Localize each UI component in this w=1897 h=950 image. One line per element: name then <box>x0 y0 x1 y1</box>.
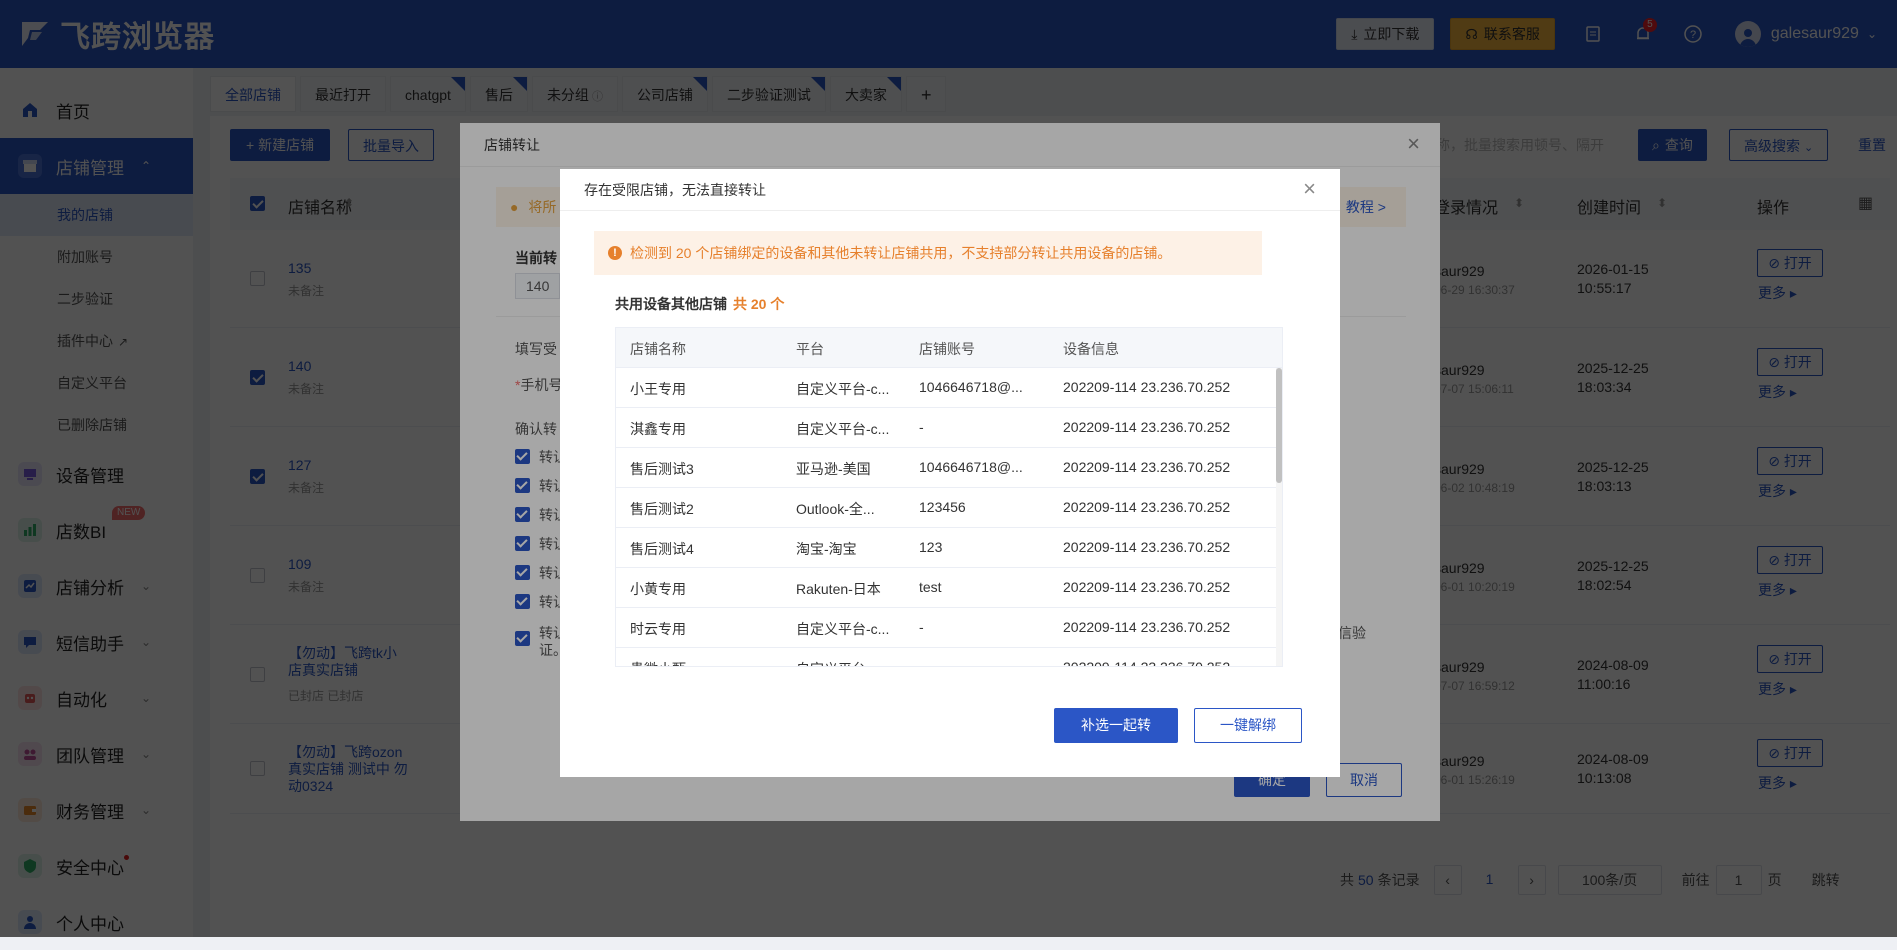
unbind-all-button[interactable]: 一键解绑 <box>1194 708 1302 743</box>
cell-account: 123 <box>919 539 943 555</box>
cell-store-name: 时云专用 <box>630 621 686 637</box>
cell-platform: 自定义平台-c... <box>796 659 889 666</box>
cell-store-name: 小黄专用 <box>630 581 686 597</box>
cell-account: 123456 <box>919 499 966 515</box>
cell-account: - <box>919 619 924 635</box>
table-row[interactable]: 小黄专用 Rakuten-日本 test 202209-114 23.236.70.2… <box>616 568 1282 608</box>
table-row[interactable]: 时云专用 自定义平台-c... - 202209-114 23.236.70.252 <box>616 608 1282 648</box>
shared-stores-body: 小王专用 自定义平台-c... 1046646718@... 202209-114 2… <box>616 368 1282 667</box>
table-scrollbar[interactable] <box>1276 368 1282 666</box>
cell-account: - <box>919 659 924 667</box>
section-label: 共用设备其他店铺 <box>615 296 727 312</box>
cell-platform: Outlook-全... <box>796 501 875 517</box>
shared-device-alert: ! 检测到 20 个店铺绑定的设备和其他未转让店铺共用，不支持部分转让共用设备的… <box>594 231 1262 275</box>
cell-account: 1046646718@... <box>919 459 1023 475</box>
cell-store-name: 贵微小甄 <box>630 659 686 666</box>
table-row[interactable]: 贵微小甄 自定义平台-c... - 202209-114 23.236.70.252 <box>616 648 1282 667</box>
restricted-dialog-title: 存在受限店铺，无法直接转让 <box>560 169 1340 211</box>
table-row[interactable]: 售后测试3 亚马逊-美国 1046646718@... 202209-114 23.2… <box>616 448 1282 488</box>
cell-platform: 亚马逊-美国 <box>796 461 871 477</box>
section-count: 共 20 个 <box>733 296 785 312</box>
alert-text: 检测到 20 个店铺绑定的设备和其他未转让店铺共用，不支持部分转让共用设备的店铺… <box>630 245 1172 261</box>
cell-account: - <box>919 419 924 435</box>
cell-platform: 自定义平台-c... <box>796 621 890 637</box>
cell-store-name: 售后测试2 <box>630 501 694 517</box>
col-account: 店铺账号 <box>919 341 975 357</box>
col-platform: 平台 <box>796 341 824 357</box>
table-row[interactable]: 淇鑫专用 自定义平台-c... - 202209-114 23.236.70.252 <box>616 408 1282 448</box>
col-store-name: 店铺名称 <box>630 341 686 357</box>
shared-stores-table: 店铺名称 平台 店铺账号 设备信息 小王专用 自定义平台-c... 10466467… <box>615 327 1283 667</box>
cell-store-name: 小王专用 <box>630 381 686 397</box>
add-and-transfer-button[interactable]: 补选一起转 <box>1054 708 1178 743</box>
cell-device: 202209-114 23.236.70.252 <box>1063 539 1231 555</box>
cell-device: 202209-114 23.236.70.252 <box>1063 659 1231 667</box>
table-header: 店铺名称 平台 店铺账号 设备信息 <box>616 328 1282 368</box>
cell-platform: 淘宝-淘宝 <box>796 541 857 557</box>
cell-store-name: 淇鑫专用 <box>630 421 686 437</box>
cell-device: 202209-114 23.236.70.252 <box>1063 499 1231 515</box>
cell-store-name: 售后测试3 <box>630 461 694 477</box>
cell-account: 1046646718@... <box>919 379 1023 395</box>
cell-platform: 自定义平台-c... <box>796 421 890 437</box>
cell-platform: Rakuten-日本 <box>796 581 881 597</box>
cell-device: 202209-114 23.236.70.252 <box>1063 579 1231 595</box>
cell-device: 202209-114 23.236.70.252 <box>1063 379 1231 395</box>
table-row[interactable]: 小王专用 自定义平台-c... 1046646718@... 202209-114 2… <box>616 368 1282 408</box>
cell-platform: 自定义平台-c... <box>796 381 890 397</box>
warning-icon: ! <box>608 246 622 260</box>
cell-store-name: 售后测试4 <box>630 541 694 557</box>
cell-device: 202209-114 23.236.70.252 <box>1063 459 1231 475</box>
shared-stores-heading: 共用设备其他店铺共 20 个 <box>615 294 784 314</box>
close-icon[interactable]: × <box>1303 178 1316 200</box>
cell-device: 202209-114 23.236.70.252 <box>1063 419 1231 435</box>
cell-account: test <box>919 579 942 595</box>
table-row[interactable]: 售后测试4 淘宝-淘宝 123 202209-114 23.236.70.252 <box>616 528 1282 568</box>
col-device: 设备信息 <box>1063 341 1119 357</box>
restricted-stores-dialog: 存在受限店铺，无法直接转让 × ! 检测到 20 个店铺绑定的设备和其他未转让店… <box>560 169 1340 777</box>
table-row[interactable]: 售后测试2 Outlook-全... 123456 202209-114 23.236… <box>616 488 1282 528</box>
cell-device: 202209-114 23.236.70.252 <box>1063 619 1231 635</box>
